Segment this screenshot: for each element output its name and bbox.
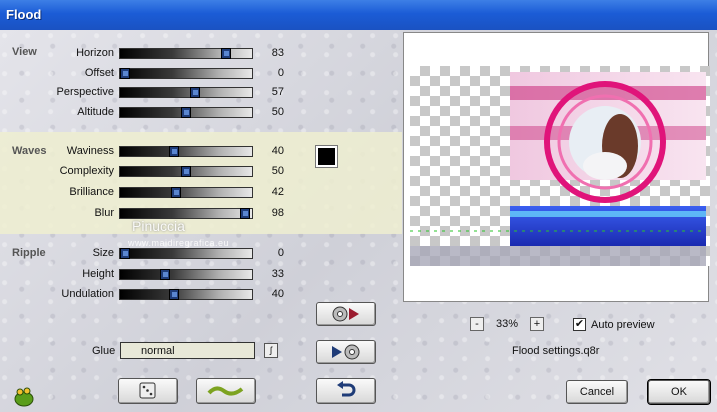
slider-thumb[interactable] <box>120 68 130 79</box>
zoom-in-button[interactable]: + <box>530 317 544 331</box>
watermark-name: Pinuccia <box>132 218 185 234</box>
cancel-button[interactable]: Cancel <box>566 380 628 404</box>
slider-label: Altitude <box>77 106 114 118</box>
slider-thumb[interactable] <box>160 269 170 280</box>
load-preset-icon <box>332 306 359 322</box>
slider-row: Brilliance 42 <box>0 186 300 200</box>
slider-track[interactable] <box>119 68 253 79</box>
slider-thumb[interactable] <box>181 107 191 118</box>
load-preset-button[interactable] <box>316 302 376 326</box>
slider-thumb[interactable] <box>221 48 231 59</box>
slider-track[interactable] <box>119 248 253 259</box>
slider-thumb[interactable] <box>181 166 191 177</box>
slider-label: Waviness <box>66 145 114 157</box>
slider-row: Altitude 50 <box>0 106 300 120</box>
slider-value: 50 <box>271 165 284 177</box>
slider-row: Size 0 <box>0 247 300 261</box>
slider-label: Horizon <box>76 47 114 59</box>
watermark-url: www.maidiregrafica.eu <box>128 238 230 248</box>
preview-image <box>410 72 706 266</box>
slider-value: 40 <box>271 288 284 300</box>
slider-label: Complexity <box>59 165 114 177</box>
slider-thumb[interactable] <box>169 146 179 157</box>
glue-toggle-button[interactable]: ʃ <box>264 343 278 358</box>
frog-logo-icon <box>12 384 36 411</box>
slider-label: Offset <box>84 67 114 79</box>
slider-track[interactable] <box>119 87 253 98</box>
slider-row: Undulation 40 <box>0 288 300 302</box>
slider-track[interactable] <box>119 107 253 118</box>
slider-row: Waviness 40 <box>0 145 300 159</box>
auto-preview-checkbox[interactable]: ✔ <box>573 318 586 331</box>
undo-icon <box>337 381 356 397</box>
slider-track[interactable] <box>119 166 253 177</box>
slider-value: 0 <box>277 247 284 259</box>
waves-color-swatch[interactable] <box>315 145 338 168</box>
undo-button[interactable] <box>316 378 376 404</box>
zoom-out-button[interactable]: - <box>470 317 484 331</box>
save-preset-icon <box>332 344 360 360</box>
dice-icon <box>139 382 156 399</box>
slider-label: Height <box>82 268 114 280</box>
glue-select[interactable]: normal <box>120 342 255 359</box>
glue-label: Glue <box>92 345 116 357</box>
slider-thumb[interactable] <box>120 248 130 259</box>
random-button[interactable] <box>118 378 178 404</box>
slider-row: Perspective 57 <box>0 86 300 100</box>
slider-value: 33 <box>271 268 284 280</box>
slider-row: Offset 0 <box>0 67 300 81</box>
slider-track[interactable] <box>119 48 253 59</box>
slider-row: Height 33 <box>0 268 300 282</box>
slider-track[interactable] <box>119 187 253 198</box>
slider-track[interactable] <box>119 269 253 280</box>
slider-value: 98 <box>271 207 284 219</box>
slider-label: Undulation <box>61 288 114 300</box>
slider-thumb[interactable] <box>240 208 250 219</box>
slider-value: 42 <box>271 186 284 198</box>
zoom-level: 33% <box>496 318 519 330</box>
slider-label: Blur <box>94 207 114 219</box>
slider-row: Complexity 50 <box>0 165 300 179</box>
slider-thumb[interactable] <box>190 87 200 98</box>
slider-value: 57 <box>271 86 284 98</box>
slider-value: 50 <box>271 106 284 118</box>
slider-value: 0 <box>277 67 284 79</box>
slider-row: Horizon 83 <box>0 47 300 61</box>
save-preset-button[interactable] <box>316 340 376 364</box>
wave-icon <box>207 386 244 396</box>
reset-button[interactable] <box>196 378 256 404</box>
slider-value: 40 <box>271 145 284 157</box>
slider-label: Size <box>92 247 114 259</box>
settings-file-name: Flood settings.q8r <box>512 345 600 357</box>
slider-track[interactable] <box>119 289 253 300</box>
ok-button[interactable]: OK <box>647 379 711 405</box>
slider-track[interactable] <box>119 146 253 157</box>
slider-thumb[interactable] <box>171 187 181 198</box>
slider-label: Perspective <box>56 86 114 98</box>
slider-label: Brilliance <box>69 186 114 198</box>
auto-preview-label: Auto preview <box>591 319 655 331</box>
slider-value: 83 <box>271 47 284 59</box>
slider-thumb[interactable] <box>169 289 179 300</box>
window-title: Flood <box>0 0 717 30</box>
